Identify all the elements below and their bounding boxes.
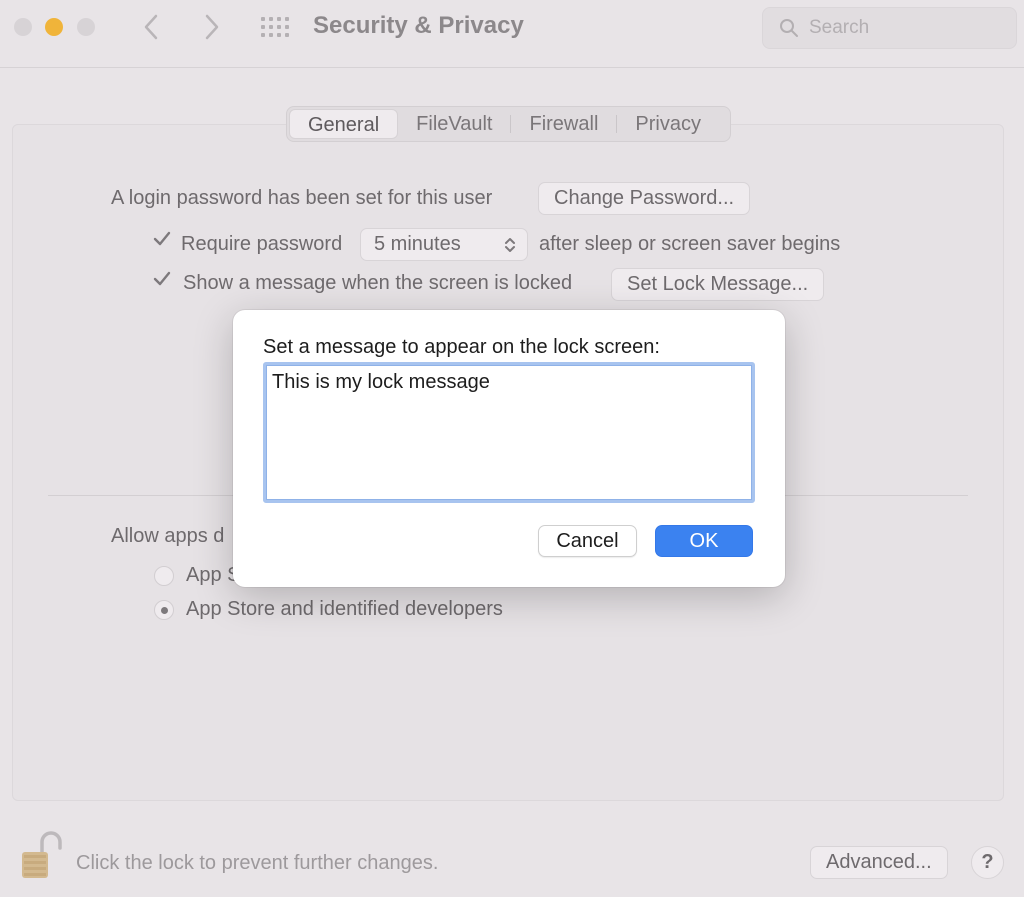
login-password-text: A login password has been set for this u… [111,187,493,209]
show-message-checkbox[interactable] [152,269,172,295]
forward-button[interactable] [196,10,226,44]
tab-privacy[interactable]: Privacy [617,109,719,139]
lock-status-text: Click the lock to prevent further change… [76,852,439,874]
change-password-button[interactable]: Change Password... [538,182,751,215]
lock-message-textarea[interactable]: This is my lock message [263,362,755,503]
password-delay-value: 5 minutes [374,233,461,255]
radio-identified-developers[interactable] [154,600,174,620]
sheet-prompt: Set a message to appear on the lock scre… [263,336,660,358]
require-password-label: Require password [181,233,343,255]
search-field[interactable] [762,7,1017,49]
ok-button[interactable]: OK [655,525,753,557]
tab-general[interactable]: General [289,109,399,139]
password-delay-popup[interactable]: 5 minutes [360,228,528,261]
checkmark-icon [153,271,171,286]
search-icon [780,19,798,37]
back-button[interactable] [137,10,167,44]
show-all-grid-icon[interactable] [260,14,290,40]
checkmark-icon [153,231,171,246]
advanced-button[interactable]: Advanced... [810,846,948,879]
tab-filevault[interactable]: FileVault [398,109,510,139]
chevron-left-icon [144,14,158,40]
updown-arrows-icon [505,238,515,252]
help-button[interactable]: ? [971,846,1004,879]
allow-apps-label: Allow apps d [111,525,225,547]
chevron-right-icon [205,14,219,40]
tab-bar: General FileVault Firewall Privacy [286,106,731,142]
zoom-window-button[interactable] [77,18,95,36]
after-sleep-text: after sleep or screen saver begins [539,233,841,255]
set-lock-message-button[interactable]: Set Lock Message... [611,268,825,301]
unlocked-padlock-icon[interactable] [20,830,62,880]
show-message-label: Show a message when the screen is locked [183,272,573,294]
minimize-window-button[interactable] [45,18,63,36]
title-bar: Security & Privacy [0,0,1024,68]
tab-firewall[interactable]: Firewall [511,109,616,139]
window-title: Security & Privacy [313,12,524,39]
lock-message-sheet: Set a message to appear on the lock scre… [233,310,785,587]
close-window-button[interactable] [14,18,32,36]
radio-app-store[interactable] [154,566,174,586]
radio-identified-developers-label: App Store and identified developers [186,598,503,620]
require-password-checkbox[interactable] [152,229,172,255]
search-input[interactable] [809,8,1009,48]
cancel-button[interactable]: Cancel [538,525,637,557]
